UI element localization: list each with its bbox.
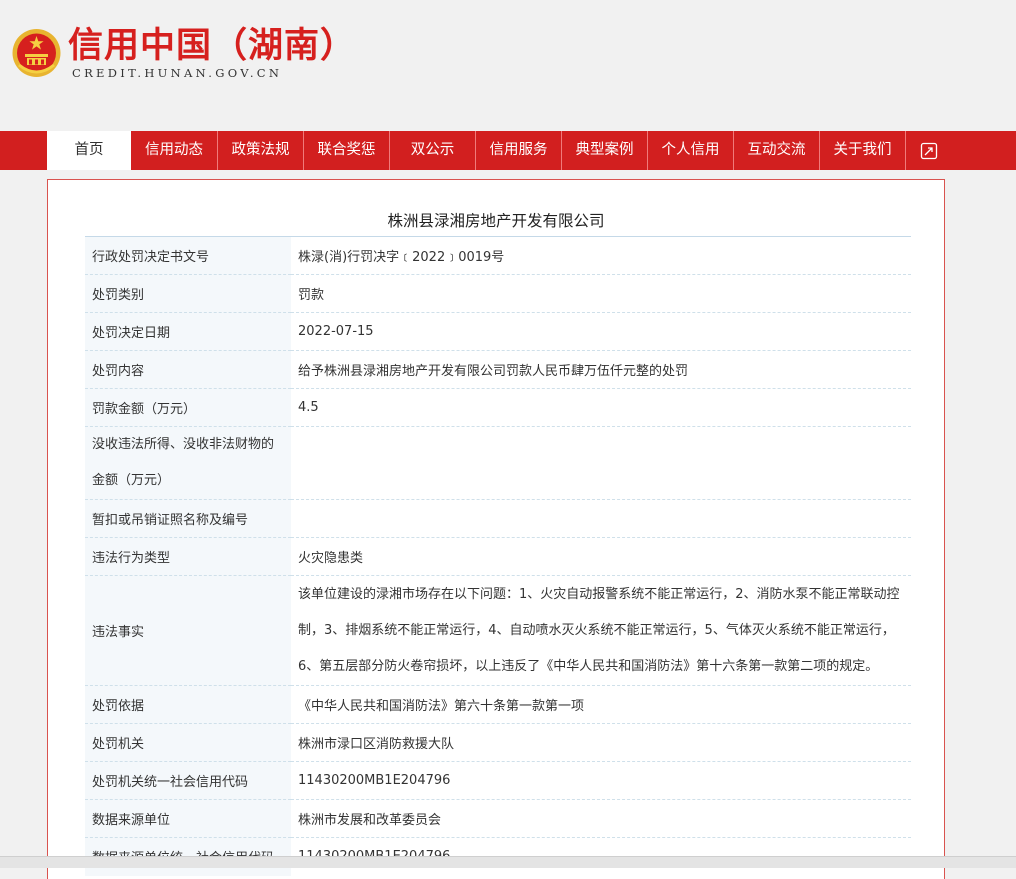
table-row: 处罚内容 给予株洲县渌湘房地产开发有限公司罚款人民币肆万伍仟元整的处罚 — [85, 350, 911, 389]
row-label: 处罚依据 — [85, 685, 291, 724]
row-label: 行政处罚决定书文号 — [85, 236, 291, 275]
nav-item-policy[interactable]: 政策法规 — [218, 131, 304, 170]
table-row: 处罚依据 《中华人民共和国消防法》第六十条第一款第一项 — [85, 685, 911, 724]
site-title[interactable]: 信用中国（湖南） — [68, 24, 356, 68]
row-label: 处罚内容 — [85, 350, 291, 389]
row-label: 罚款金额（万元） — [85, 388, 291, 427]
penalty-info-table: 行政处罚决定书文号 株渌(消)行罚决字﹝2022﹞0019号 处罚类别 罚款 处… — [85, 236, 911, 876]
national-emblem-icon[interactable] — [11, 27, 62, 79]
nav-item-joint-reward-punish[interactable]: 联合奖惩 — [304, 131, 390, 170]
row-value: 给予株洲县渌湘房地产开发有限公司罚款人民币肆万伍仟元整的处罚 — [291, 350, 911, 389]
nav-item-home[interactable]: 首页 — [47, 131, 131, 170]
row-label: 没收违法所得、没收非法财物的金额（万元） — [85, 426, 291, 500]
row-label: 处罚决定日期 — [85, 312, 291, 351]
exit-button[interactable] — [906, 131, 952, 170]
row-label: 违法事实 — [85, 575, 291, 686]
table-row: 处罚机关 株洲市渌口区消防救援大队 — [85, 723, 911, 762]
table-row: 处罚机关统一社会信用代码 11430200MB1E204796 — [85, 761, 911, 800]
row-value: 《中华人民共和国消防法》第六十条第一款第一项 — [291, 685, 911, 724]
row-value: 2022-07-15 — [291, 312, 911, 351]
row-label: 暂扣或吊销证照名称及编号 — [85, 499, 291, 538]
row-value: 火灾隐患类 — [291, 537, 911, 576]
row-value: 4.5 — [291, 388, 911, 427]
nav-item-credit-service[interactable]: 信用服务 — [476, 131, 562, 170]
table-row: 没收违法所得、没收非法财物的金额（万元） — [85, 426, 911, 500]
detail-panel: 株洲县渌湘房地产开发有限公司 行政处罚决定书文号 株渌(消)行罚决字﹝2022﹞… — [47, 179, 945, 879]
browser-bottom-bar — [0, 856, 1016, 868]
table-row: 数据来源单位 株洲市发展和改革委员会 — [85, 799, 911, 838]
table-row: 违法行为类型 火灾隐患类 — [85, 537, 911, 576]
exit-icon — [920, 142, 938, 159]
nav-bar: 首页 信用动态 政策法规 联合奖惩 双公示 信用服务 典型案例 个人信用 互动交… — [47, 131, 952, 170]
site-subtitle: CREDIT.HUNAN.GOV.CN — [72, 66, 283, 80]
row-value: 该单位建设的渌湘市场存在以下问题：1、火灾自动报警系统不能正常运行，2、消防水泵… — [291, 575, 911, 686]
row-label: 数据来源单位 — [85, 799, 291, 838]
nav-item-double-publicity[interactable]: 双公示 — [390, 131, 476, 170]
nav-item-about-us[interactable]: 关于我们 — [820, 131, 906, 170]
table-row: 违法事实 该单位建设的渌湘市场存在以下问题：1、火灾自动报警系统不能正常运行，2… — [85, 575, 911, 686]
row-value: 株渌(消)行罚决字﹝2022﹞0019号 — [291, 236, 911, 275]
table-row: 罚款金额（万元） 4.5 — [85, 388, 911, 427]
detail-title: 株洲县渌湘房地产开发有限公司 — [387, 212, 605, 230]
row-label: 处罚类别 — [85, 274, 291, 313]
row-label: 违法行为类型 — [85, 537, 291, 576]
row-value — [291, 499, 911, 538]
row-value: 株洲市发展和改革委员会 — [291, 799, 911, 838]
row-label: 处罚机关统一社会信用代码 — [85, 761, 291, 800]
row-value — [291, 426, 911, 500]
row-value: 株洲市渌口区消防救援大队 — [291, 723, 911, 762]
row-label: 处罚机关 — [85, 723, 291, 762]
main-nav: 首页 信用动态 政策法规 联合奖惩 双公示 信用服务 典型案例 个人信用 互动交… — [0, 131, 1016, 170]
site-header: 信用中国（湖南） CREDIT.HUNAN.GOV.CN — [0, 0, 1016, 131]
row-value: 罚款 — [291, 274, 911, 313]
table-row: 行政处罚决定书文号 株渌(消)行罚决字﹝2022﹞0019号 — [85, 236, 911, 275]
nav-item-personal-credit[interactable]: 个人信用 — [648, 131, 734, 170]
table-row: 暂扣或吊销证照名称及编号 — [85, 499, 911, 538]
nav-item-credit-news[interactable]: 信用动态 — [131, 131, 218, 170]
table-row: 处罚类别 罚款 — [85, 274, 911, 313]
nav-item-typical-cases[interactable]: 典型案例 — [562, 131, 648, 170]
row-value: 11430200MB1E204796 — [291, 761, 911, 800]
nav-item-interaction[interactable]: 互动交流 — [734, 131, 820, 170]
table-row: 处罚决定日期 2022-07-15 — [85, 312, 911, 351]
